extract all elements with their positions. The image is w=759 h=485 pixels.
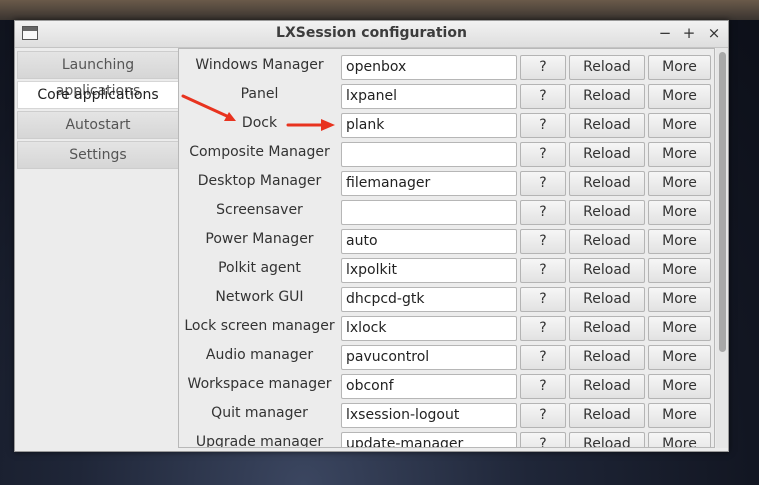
- row-network-gui: Network GUI dhcpcd-gtk ? Reload More: [179, 284, 714, 313]
- help-button[interactable]: ?: [520, 171, 566, 196]
- help-button[interactable]: ?: [520, 374, 566, 399]
- reload-button[interactable]: Reload: [569, 345, 645, 370]
- help-button[interactable]: ?: [520, 316, 566, 341]
- row-polkit-agent: Polkit agent lxpolkit ? Reload More: [179, 255, 714, 284]
- lxsession-window: LXSession configuration − + × Launching …: [14, 20, 729, 452]
- power-manager-input[interactable]: auto: [341, 229, 517, 254]
- audio-manager-input[interactable]: pavucontrol: [341, 345, 517, 370]
- network-gui-input[interactable]: dhcpcd-gtk: [341, 287, 517, 312]
- row-label: Composite Manager: [189, 144, 330, 160]
- quit-manager-input[interactable]: lxsession-logout: [341, 403, 517, 428]
- reload-button[interactable]: Reload: [569, 287, 645, 312]
- reload-button[interactable]: Reload: [569, 403, 645, 428]
- row-label: Desktop Manager: [197, 173, 322, 189]
- sidebar-item-settings[interactable]: Settings: [17, 141, 179, 169]
- row-label: Lock screen manager: [184, 318, 335, 334]
- more-button[interactable]: More: [648, 258, 711, 283]
- reload-button[interactable]: Reload: [569, 432, 645, 447]
- row-label: Panel: [240, 86, 279, 102]
- reload-button[interactable]: Reload: [569, 229, 645, 254]
- row-label: Polkit agent: [218, 260, 301, 276]
- row-label: Network GUI: [215, 289, 304, 305]
- reload-button[interactable]: Reload: [569, 316, 645, 341]
- vertical-scrollbar[interactable]: [716, 48, 728, 448]
- screensaver-input[interactable]: [341, 200, 517, 225]
- more-button[interactable]: More: [648, 55, 711, 80]
- help-button[interactable]: ?: [520, 403, 566, 428]
- sidebar-item-autostart[interactable]: Autostart: [17, 111, 179, 139]
- row-power-manager: Power Manager auto ? Reload More: [179, 226, 714, 255]
- row-upgrade-manager: Upgrade manager update-manager ? Reload …: [179, 429, 714, 448]
- help-button[interactable]: ?: [520, 229, 566, 254]
- help-button[interactable]: ?: [520, 287, 566, 312]
- close-icon[interactable]: ×: [704, 24, 724, 42]
- help-button[interactable]: ?: [520, 432, 566, 447]
- row-label: Screensaver: [216, 202, 303, 218]
- window-title: LXSession configuration: [276, 25, 467, 41]
- more-button[interactable]: More: [648, 142, 711, 167]
- desktop-background: [0, 0, 759, 20]
- upgrade-manager-input[interactable]: update-manager: [341, 432, 517, 447]
- row-workspace-manager: Workspace manager obconf ? Reload More: [179, 371, 714, 400]
- more-button[interactable]: More: [648, 171, 711, 196]
- help-button[interactable]: ?: [520, 258, 566, 283]
- more-button[interactable]: More: [648, 403, 711, 428]
- reload-button[interactable]: Reload: [569, 142, 645, 167]
- workspace-manager-input[interactable]: obconf: [341, 374, 517, 399]
- row-label: Power Manager: [205, 231, 314, 247]
- row-lock-screen-manager: Lock screen manager lxlock ? Reload More: [179, 313, 714, 342]
- help-button[interactable]: ?: [520, 200, 566, 225]
- row-label: Workspace manager: [187, 376, 332, 392]
- reload-button[interactable]: Reload: [569, 374, 645, 399]
- reload-button[interactable]: Reload: [569, 258, 645, 283]
- more-button[interactable]: More: [648, 200, 711, 225]
- more-button[interactable]: More: [648, 287, 711, 312]
- row-quit-manager: Quit manager lxsession-logout ? Reload M…: [179, 400, 714, 429]
- row-label: Upgrade manager: [195, 434, 324, 448]
- help-button[interactable]: ?: [520, 84, 566, 109]
- composite-manager-input[interactable]: [341, 142, 517, 167]
- help-button[interactable]: ?: [520, 345, 566, 370]
- row-audio-manager: Audio manager pavucontrol ? Reload More: [179, 342, 714, 371]
- row-label: Windows Manager: [195, 57, 324, 73]
- polkit-agent-input[interactable]: lxpolkit: [341, 258, 517, 283]
- desktop-manager-input[interactable]: filemanager: [341, 171, 517, 196]
- dock-input[interactable]: plank: [341, 113, 517, 138]
- row-desktop-manager: Desktop Manager filemanager ? Reload Mor…: [179, 168, 714, 197]
- more-button[interactable]: More: [648, 345, 711, 370]
- panel-input[interactable]: lxpanel: [341, 84, 517, 109]
- row-dock: Dock plank ? Reload More: [179, 110, 714, 139]
- reload-button[interactable]: Reload: [569, 113, 645, 138]
- scrollbar-thumb[interactable]: [719, 52, 726, 352]
- reload-button[interactable]: Reload: [569, 84, 645, 109]
- more-button[interactable]: More: [648, 432, 711, 447]
- more-button[interactable]: More: [648, 113, 711, 138]
- reload-button[interactable]: Reload: [569, 55, 645, 80]
- core-applications-panel: Windows Manager openbox ? Reload More Pa…: [178, 48, 715, 448]
- more-button[interactable]: More: [648, 84, 711, 109]
- row-windows-manager: Windows Manager openbox ? Reload More: [179, 52, 714, 81]
- more-button[interactable]: More: [648, 316, 711, 341]
- lock-screen-manager-input[interactable]: lxlock: [341, 316, 517, 341]
- help-button[interactable]: ?: [520, 113, 566, 138]
- more-button[interactable]: More: [648, 374, 711, 399]
- title-bar[interactable]: LXSession configuration − + ×: [15, 21, 728, 48]
- more-button[interactable]: More: [648, 229, 711, 254]
- maximize-icon[interactable]: +: [679, 24, 699, 42]
- row-panel: Panel lxpanel ? Reload More: [179, 81, 714, 110]
- row-label: Quit manager: [211, 405, 308, 421]
- row-screensaver: Screensaver ? Reload More: [179, 197, 714, 226]
- row-label: Audio manager: [205, 347, 314, 363]
- windows-manager-input[interactable]: openbox: [341, 55, 517, 80]
- help-button[interactable]: ?: [520, 142, 566, 167]
- minimize-icon[interactable]: −: [655, 24, 675, 42]
- row-composite-manager: Composite Manager ? Reload More: [179, 139, 714, 168]
- reload-button[interactable]: Reload: [569, 171, 645, 196]
- reload-button[interactable]: Reload: [569, 200, 645, 225]
- row-label: Dock: [241, 115, 278, 131]
- sidebar-item-launching-applications[interactable]: Launching applications: [17, 51, 179, 99]
- sidebar: Launching applications Core applications…: [17, 51, 179, 171]
- sidebar-item-core-applications[interactable]: Core applications: [17, 81, 179, 109]
- help-button[interactable]: ?: [520, 55, 566, 80]
